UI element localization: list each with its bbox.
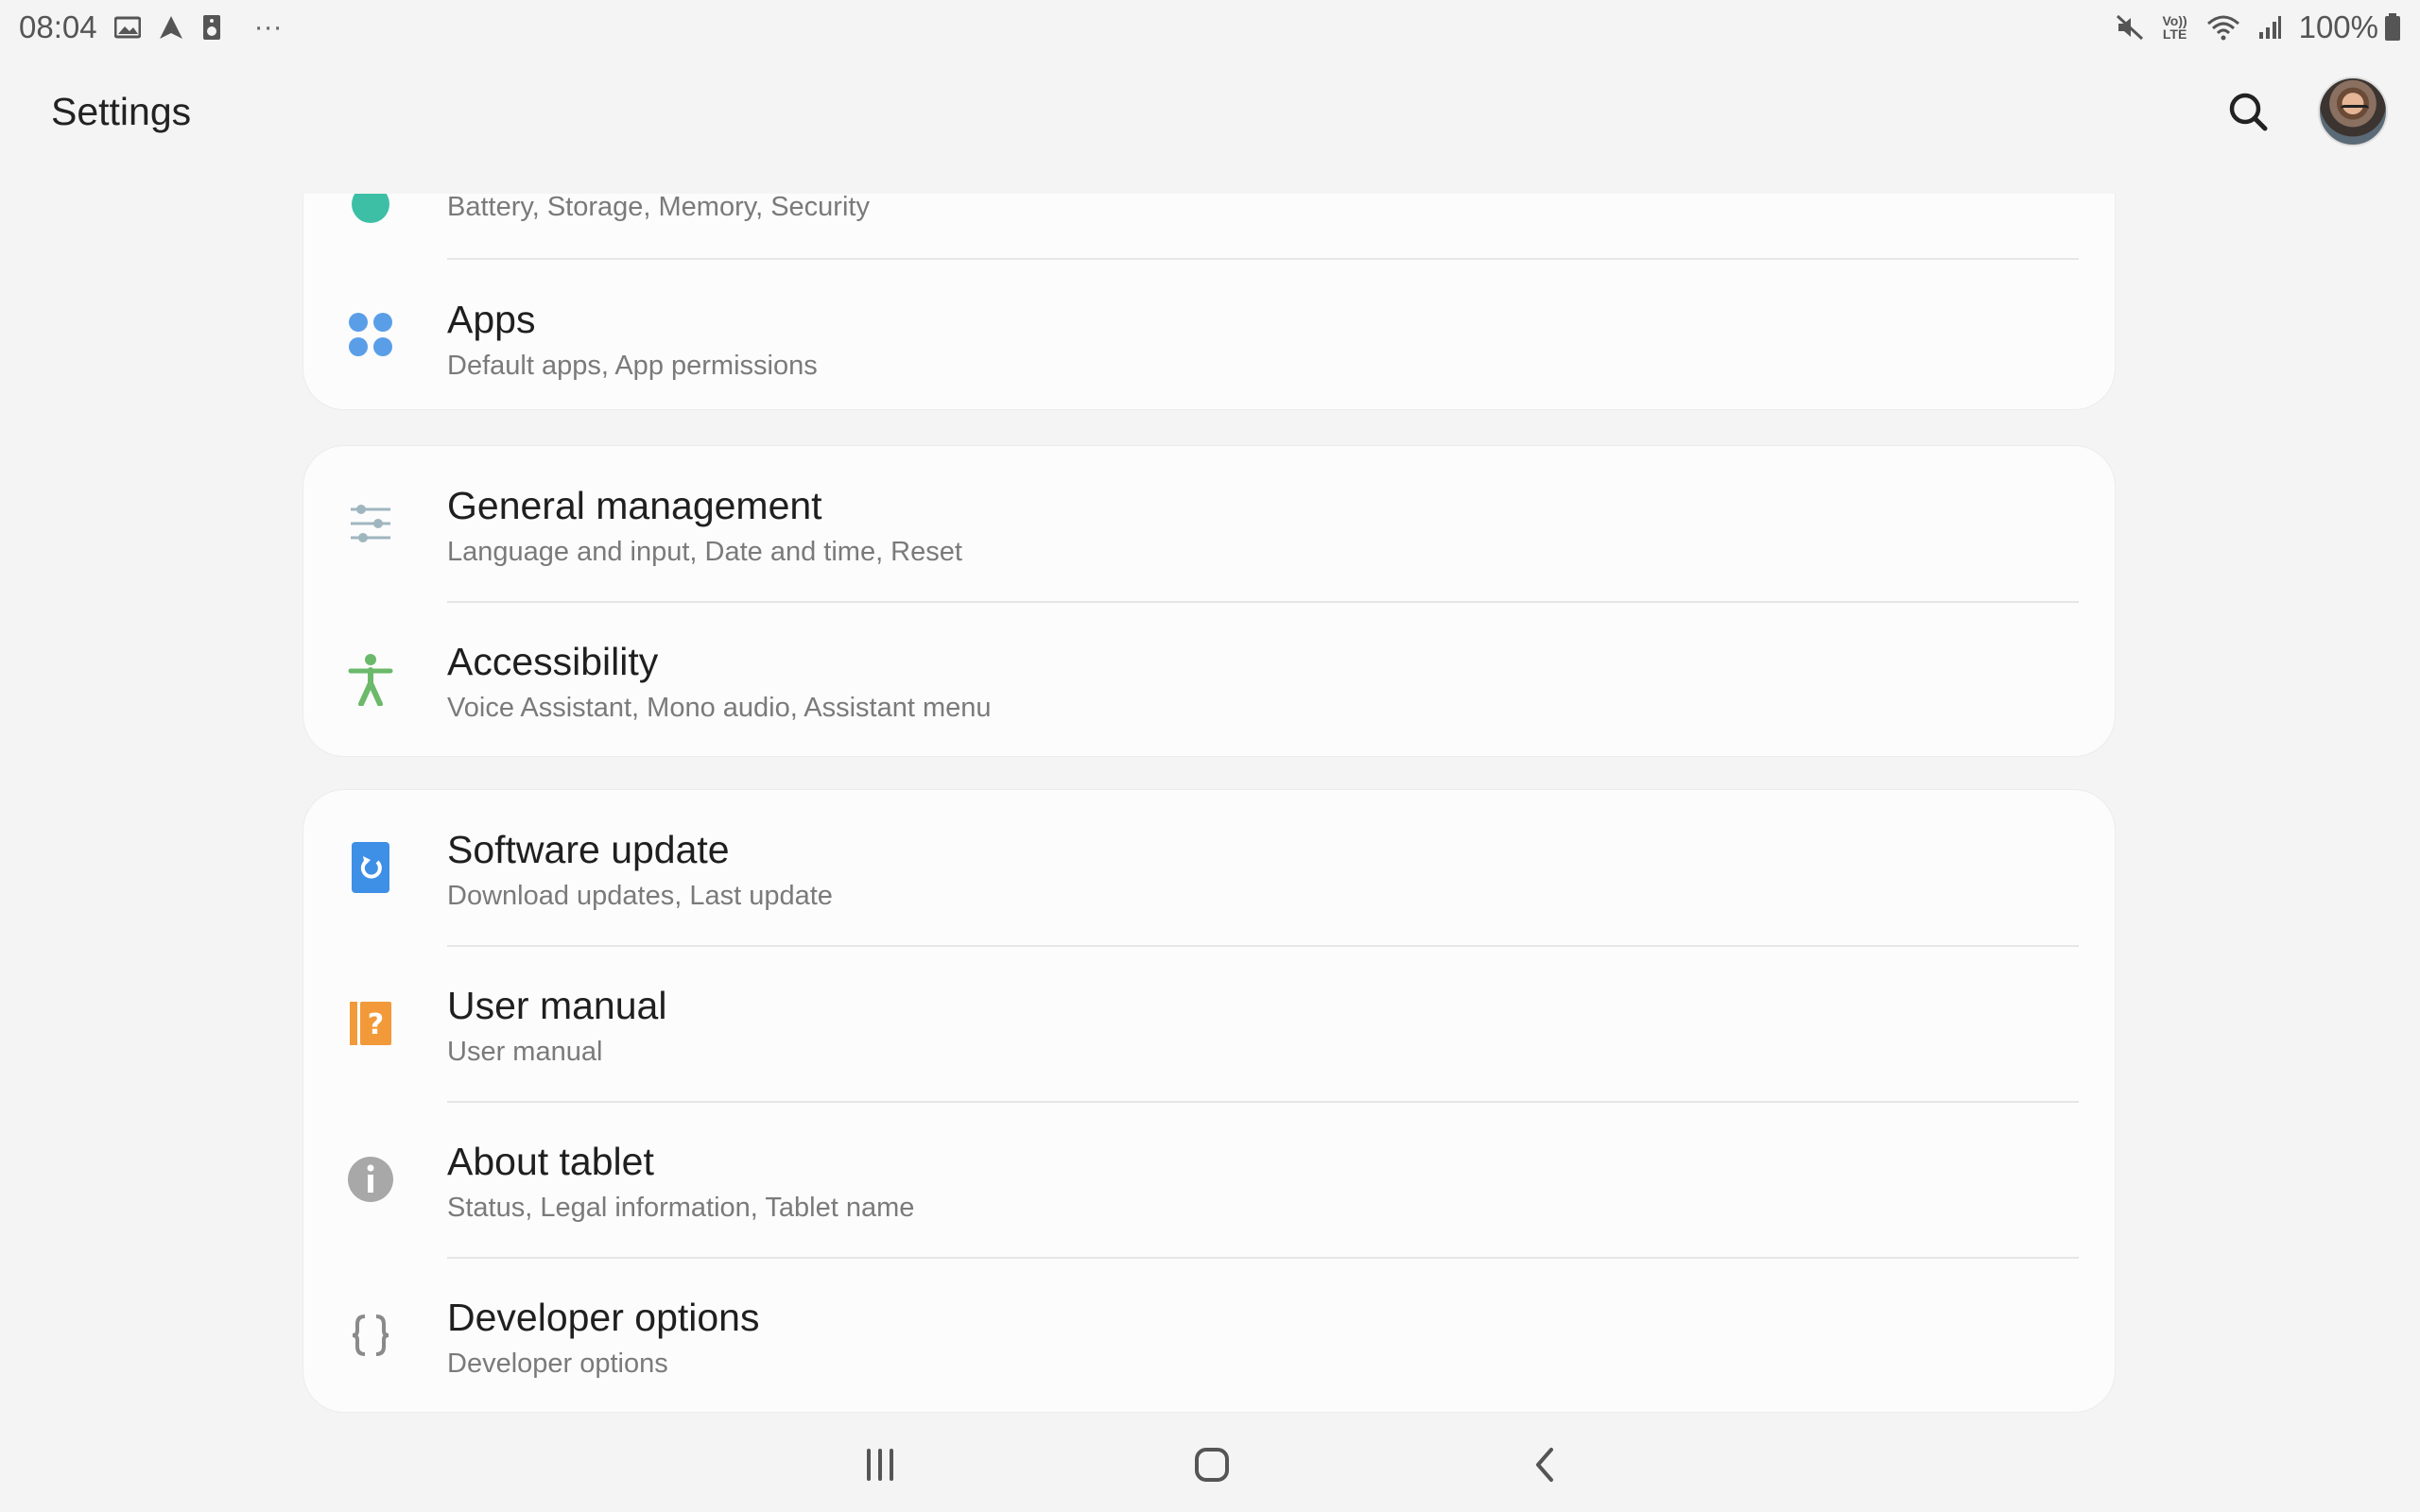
settings-item-title: General management xyxy=(447,484,822,527)
battery-icon xyxy=(2384,13,2401,42)
settings-item-device-care[interactable]: Battery, Storage, Memory, Security xyxy=(303,194,2116,258)
settings-item-text: User manual User manual xyxy=(447,946,2079,1101)
gallery-icon xyxy=(113,16,141,39)
settings-item-developer-options[interactable]: Developer options Developer options xyxy=(303,1258,2116,1413)
volte-icon: Vo)) LTE xyxy=(2162,13,2187,42)
accessibility-icon xyxy=(341,650,400,709)
settings-item-text: Accessibility Voice Assistant, Mono audi… xyxy=(447,602,2079,757)
settings-item-title: About tablet xyxy=(447,1140,654,1183)
settings-item-subtitle: Status, Legal information, Tablet name xyxy=(447,1193,915,1223)
page-title: Settings xyxy=(51,89,192,133)
search-icon[interactable] xyxy=(2227,91,2269,132)
settings-item-title: Accessibility xyxy=(447,640,659,683)
svg-text:?: ? xyxy=(368,1008,384,1041)
status-left: 08:04 ··· xyxy=(19,9,283,45)
back-icon[interactable] xyxy=(1507,1427,1582,1503)
app-bar: Settings xyxy=(0,55,2420,168)
developer-braces-icon xyxy=(341,1306,400,1365)
home-icon[interactable] xyxy=(1174,1427,1250,1503)
settings-card: Software update Download updates, Last u… xyxy=(302,789,2116,1413)
navigation-bar xyxy=(0,1427,2420,1503)
software-update-icon xyxy=(341,838,400,897)
settings-item-general-management[interactable]: General management Language and input, D… xyxy=(303,446,2116,601)
settings-item-title: User manual xyxy=(447,984,667,1027)
settings-card: General management Language and input, D… xyxy=(302,445,2116,757)
settings-item-text: About tablet Status, Legal information, … xyxy=(447,1102,2079,1257)
wifi-icon xyxy=(2206,14,2240,41)
settings-item-text: Battery, Storage, Memory, Security xyxy=(447,194,2079,265)
profile-avatar[interactable] xyxy=(2318,77,2388,146)
settings-item-subtitle: Download updates, Last update xyxy=(447,881,833,911)
settings-item-accessibility[interactable]: Accessibility Voice Assistant, Mono audi… xyxy=(303,602,2116,757)
device-care-icon xyxy=(341,194,400,233)
settings-item-text: General management Language and input, D… xyxy=(447,446,2079,601)
settings-item-text: Developer options Developer options xyxy=(447,1258,2079,1413)
app-actions xyxy=(2227,77,2388,146)
settings-item-subtitle: Developer options xyxy=(447,1349,668,1379)
settings-item-about-tablet[interactable]: About tablet Status, Legal information, … xyxy=(303,1102,2116,1257)
settings-item-text: Apps Default apps, App permissions xyxy=(447,258,2079,413)
settings-item-subtitle: Language and input, Date and time, Reset xyxy=(447,537,962,567)
navigation-arrow-icon xyxy=(158,14,184,41)
status-right: Vo)) LTE 100% xyxy=(2116,9,2401,45)
sliders-icon xyxy=(341,494,400,553)
settings-item-subtitle: Battery, Storage, Memory, Security xyxy=(447,194,870,222)
settings-card: Battery, Storage, Memory, Security Apps … xyxy=(302,194,2116,410)
settings-item-subtitle: User manual xyxy=(447,1037,603,1067)
settings-item-subtitle: Default apps, App permissions xyxy=(447,351,818,381)
settings-item-text: Software update Download updates, Last u… xyxy=(447,790,2079,945)
status-bar: 08:04 ··· Vo)) LTE 100% xyxy=(0,0,2420,55)
info-icon xyxy=(341,1150,400,1209)
settings-list: Battery, Storage, Memory, Security Apps … xyxy=(302,194,2116,1413)
settings-item-software-update[interactable]: Software update Download updates, Last u… xyxy=(303,790,2116,945)
settings-item-user-manual[interactable]: ? User manual User manual xyxy=(303,946,2116,1101)
user-manual-icon: ? xyxy=(341,994,400,1053)
recents-icon[interactable] xyxy=(842,1427,918,1503)
signal-icon xyxy=(2257,15,2282,40)
settings-item-title: Developer options xyxy=(447,1296,760,1339)
battery-percent: 100% xyxy=(2298,9,2378,44)
mute-icon xyxy=(2116,14,2144,41)
settings-item-apps[interactable]: Apps Default apps, App permissions xyxy=(303,258,2116,411)
speaker-icon xyxy=(201,14,222,41)
apps-icon xyxy=(341,305,400,364)
settings-item-title: Software update xyxy=(447,828,730,871)
settings-item-subtitle: Voice Assistant, Mono audio, Assistant m… xyxy=(447,693,992,723)
more-dots-icon: ··· xyxy=(253,11,283,43)
status-time: 08:04 xyxy=(19,9,97,44)
settings-item-title: Apps xyxy=(447,298,536,341)
settings-screen: 08:04 ··· Vo)) LTE 100% Settings Battery… xyxy=(0,0,2420,1512)
